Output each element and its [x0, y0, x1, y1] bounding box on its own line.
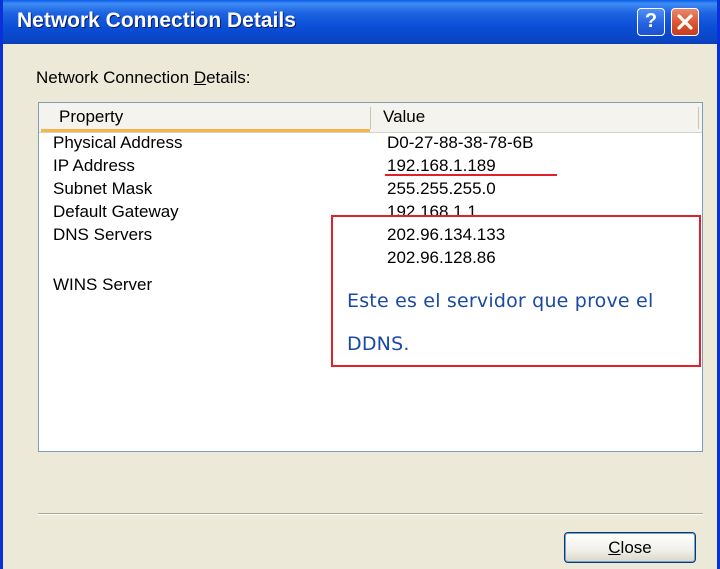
annotation-underline: [385, 174, 557, 176]
window-title: Network Connection Details: [17, 9, 296, 32]
title-bar[interactable]: Network Connection Details ?: [3, 0, 717, 44]
property-cell: Default Gateway: [53, 202, 179, 221]
annotation-text: Este es el servidor que prove el DDNS.: [347, 290, 654, 355]
column-separator[interactable]: [370, 107, 371, 129]
column-hover-highlight: [41, 129, 370, 132]
column-header-value[interactable]: Value: [383, 107, 425, 127]
list-row[interactable]: Subnet Mask 255.255.255.0: [39, 179, 702, 202]
property-cell: IP Address: [53, 156, 135, 175]
column-header-property[interactable]: Property: [59, 107, 123, 127]
property-cell: Physical Address: [53, 133, 183, 152]
help-button[interactable]: ?: [637, 8, 665, 36]
list-header: Property Value: [39, 103, 702, 133]
section-label-accelerator: D: [193, 68, 207, 87]
section-label: Network Connection Details:: [36, 68, 251, 88]
property-cell: Subnet Mask: [53, 179, 153, 198]
list-row[interactable]: Physical Address D0-27-88-38-78-6B: [39, 133, 702, 156]
network-connection-details-dialog: Network Connection Details ? Network Con…: [0, 0, 720, 569]
close-button-label: Close: [608, 538, 651, 557]
close-accelerator: C: [608, 538, 621, 557]
section-label-suffix: etails:: [206, 68, 251, 87]
property-cell: DNS Servers: [53, 225, 153, 244]
divider-highlight: [38, 514, 703, 515]
section-label-prefix: Network Connection: [36, 68, 194, 87]
value-cell: D0-27-88-38-78-6B: [387, 133, 534, 152]
help-icon: ?: [644, 10, 658, 32]
value-cell: 192.168.1.189: [387, 156, 496, 175]
close-window-button[interactable]: [671, 8, 699, 36]
column-separator[interactable]: [698, 107, 699, 129]
close-label-suffix: lose: [620, 538, 652, 557]
value-cell: 255.255.255.0: [387, 179, 496, 198]
property-cell: WINS Server: [53, 275, 153, 294]
list-row[interactable]: IP Address 192.168.1.189: [39, 156, 702, 179]
close-button[interactable]: Close: [564, 532, 696, 563]
close-x-icon: [677, 14, 693, 30]
